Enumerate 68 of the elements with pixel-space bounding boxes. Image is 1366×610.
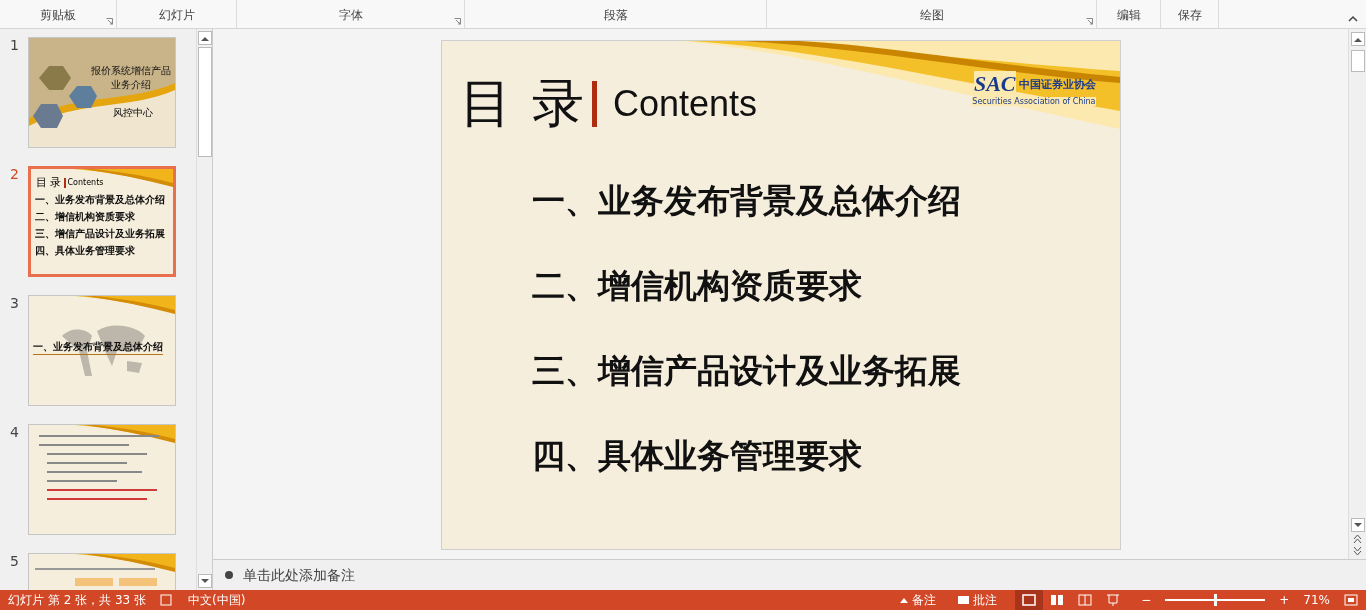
slide-number: 4 <box>10 424 20 440</box>
comments-button[interactable]: 批注 <box>954 590 1002 610</box>
scrollbar-thumb[interactable] <box>1350 50 1365 72</box>
contents-item: 二、增信机构资质要求 <box>531 265 863 307</box>
slide-number: 5 <box>10 553 20 569</box>
thumbnail-title: 一、业务发布背景及总体介绍 <box>33 340 163 355</box>
zoom-in-button[interactable]: + <box>1279 593 1290 607</box>
caret-icon <box>900 597 909 603</box>
dialog-launcher-icon[interactable] <box>454 18 461 25</box>
thumbnail-title: 目 录 <box>36 175 62 190</box>
fit-to-window-icon[interactable] <box>1344 594 1358 606</box>
up-arrow-icon <box>1353 36 1362 42</box>
slide-thumbnail[interactable]: 一、业务发布背景及总体介绍 <box>28 295 176 406</box>
ribbon-group-label: 保存 <box>1177 7 1202 24</box>
normal-view-button[interactable] <box>1015 590 1044 610</box>
notes-button[interactable]: 备注 <box>896 590 941 610</box>
slide-thumbnail[interactable] <box>28 424 176 535</box>
down-arrow-icon <box>1353 522 1362 528</box>
projector-screen-icon <box>1106 594 1121 606</box>
thumbnail-text: 三、增信产品设计及业务拓展 <box>35 227 166 241</box>
contents-item: 一、业务发布背景及总体介绍 <box>531 180 962 222</box>
logo-mark: SAC <box>973 71 1016 97</box>
logo-tagline: Securities Association of China <box>972 97 1096 106</box>
book-icon <box>1078 594 1093 606</box>
thumbnail-title: 报价系统增信产品业务介绍 <box>91 64 171 92</box>
logo-name: 中国证券业协会 <box>1018 76 1096 92</box>
thumbnail-text: 二、增信机构资质要求 <box>35 210 136 224</box>
down-arrow-icon <box>200 578 209 584</box>
scroll-down-button[interactable] <box>197 574 212 588</box>
thumbnail-subtitle: Contents <box>67 178 104 187</box>
language-label[interactable]: 中文(中国) <box>188 591 246 609</box>
scroll-up-button[interactable] <box>1350 32 1365 46</box>
ribbon-group-label: 字体 <box>338 7 363 24</box>
ribbon-group-label: 段落 <box>603 7 628 24</box>
collapse-ribbon-icon[interactable] <box>1348 14 1358 22</box>
slide-sorter-icon <box>1050 594 1065 606</box>
thumbnail-text: 一、业务发布背景及总体介绍 <box>35 193 166 207</box>
slide-title: 目 录 <box>459 72 587 135</box>
scrollbar-thumb[interactable] <box>197 47 212 157</box>
zoom-level[interactable]: 71% <box>1303 593 1330 607</box>
bullet-icon <box>225 571 233 579</box>
zoom-out-button[interactable]: − <box>1141 593 1152 607</box>
slide-number: 2 <box>10 166 20 182</box>
contents-item: 四、具体业务管理要求 <box>531 435 863 477</box>
slide-thumbnail[interactable]: 报价系统增信产品业务介绍 风控中心 <box>28 37 176 148</box>
notes-field[interactable]: 单击此处添加备注 <box>241 566 545 584</box>
zoom-slider-thumb[interactable] <box>1214 594 1218 606</box>
dialog-launcher-icon[interactable] <box>1086 18 1093 25</box>
slide-number: 1 <box>10 37 20 53</box>
thumbnail-text: 四、具体业务管理要求 <box>35 244 136 258</box>
thumbnail-caption: 风控中心 <box>113 106 153 120</box>
normal-view-icon <box>1022 594 1037 606</box>
up-arrow-icon <box>200 35 209 41</box>
slide-count: 幻灯片 第 2 张，共 33 张 <box>8 591 146 609</box>
next-slide-icon[interactable] <box>1353 546 1362 556</box>
scroll-up-button[interactable] <box>197 31 212 45</box>
ribbon-group-label: 幻灯片 <box>158 7 195 24</box>
ribbon-group-label: 绘图 <box>919 7 944 24</box>
ribbon-group-label: 编辑 <box>1116 7 1141 24</box>
previous-slide-icon[interactable] <box>1353 534 1362 544</box>
slide-subtitle: Contents <box>613 83 758 125</box>
scroll-down-button[interactable] <box>1350 518 1365 532</box>
slide-thumbnail[interactable]: 目 录 Contents 一、业务发布背景及总体介绍 二、增信机构资质要求 三、增信产品设计及业务拓展 四、具体业务管理要求 <box>28 166 176 277</box>
contents-item: 三、增信产品设计及业务拓展 <box>531 350 962 392</box>
comment-icon <box>958 596 970 604</box>
ribbon-group-label: 剪贴板 <box>40 7 76 24</box>
slide-number: 3 <box>10 295 20 311</box>
dialog-launcher-icon[interactable] <box>106 18 113 25</box>
